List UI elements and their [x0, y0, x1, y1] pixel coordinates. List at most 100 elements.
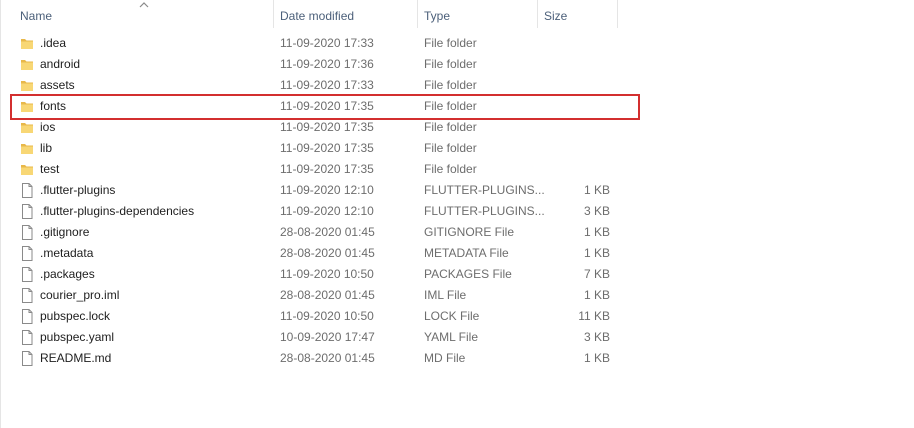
file-size: 1 KB [583, 351, 610, 365]
folder-row[interactable]: .idea 11-09-2020 17:33 File folder [10, 33, 630, 54]
file-size [540, 75, 610, 96]
file-name: ios [40, 120, 56, 134]
file-type: LOCK File [424, 309, 480, 323]
file-name: assets [40, 78, 75, 92]
file-name: courier_pro.iml [40, 288, 120, 302]
file-name: .gitignore [40, 225, 90, 239]
column-header-name[interactable]: Name [20, 0, 52, 32]
column-divider[interactable] [617, 0, 618, 28]
file-name: .idea [40, 36, 67, 50]
file-date-modified: 11-09-2020 10:50 [280, 309, 374, 323]
folder-icon [21, 144, 33, 154]
file-type: File folder [424, 36, 477, 50]
file-name: lib [40, 141, 53, 155]
file-type: File folder [424, 78, 477, 92]
column-header-bar: Name Date modified Type Size [0, 0, 620, 32]
file-icon [22, 204, 33, 219]
file-date-modified: 28-08-2020 01:45 [280, 288, 375, 302]
file-date-modified: 10-09-2020 17:47 [280, 330, 375, 344]
file-icon [22, 246, 33, 261]
file-type: YAML File [424, 330, 479, 344]
folder-icon [21, 165, 33, 175]
file-date-modified: 11-09-2020 17:33 [280, 36, 374, 50]
file-type: GITIGNORE File [424, 225, 515, 239]
folder-icon [21, 123, 33, 133]
file-icon [22, 309, 33, 324]
file-type: File folder [424, 162, 477, 176]
folder-row[interactable]: android 11-09-2020 17:36 File folder [10, 54, 630, 75]
file-icon [22, 267, 33, 282]
file-size [540, 54, 610, 75]
file-name: android [40, 57, 81, 71]
folder-row[interactable]: ios 11-09-2020 17:35 File folder [10, 117, 630, 138]
sort-ascending-icon [139, 2, 149, 8]
file-size: 1 KB [583, 183, 610, 197]
column-header-type[interactable]: Type [424, 0, 450, 32]
folder-icon [21, 39, 33, 49]
file-type: File folder [424, 120, 477, 134]
folder-icon [21, 60, 33, 70]
file-name: README.md [40, 351, 112, 365]
folder-row[interactable]: lib 11-09-2020 17:35 File folder [10, 138, 630, 159]
file-size: 1 KB [583, 288, 610, 302]
file-name: .packages [40, 267, 95, 281]
file-icon [22, 351, 33, 366]
file-size: 1 KB [583, 225, 610, 239]
file-date-modified: 11-09-2020 12:10 [280, 204, 374, 218]
file-type: File folder [424, 141, 477, 155]
file-size: 1 KB [583, 246, 610, 260]
file-name: pubspec.lock [40, 309, 111, 323]
file-date-modified: 28-08-2020 01:45 [280, 225, 375, 239]
file-icon [22, 225, 33, 240]
file-row[interactable]: courier_pro.iml 28-08-2020 01:45 IML File 1… [10, 285, 630, 306]
file-date-modified: 11-09-2020 12:10 [280, 183, 374, 197]
column-header-size[interactable]: Size [544, 0, 567, 32]
folder-row[interactable]: test 11-09-2020 17:35 File folder [10, 159, 630, 180]
file-name: .metadata [40, 246, 94, 260]
file-row[interactable]: .metadata 28-08-2020 01:45 METADATA File 1 … [10, 243, 630, 264]
file-name: test [40, 162, 60, 176]
file-size: 3 KB [583, 204, 610, 218]
file-date-modified: 28-08-2020 01:45 [280, 351, 375, 365]
file-icon [22, 330, 33, 345]
file-row[interactable]: .flutter-plugins 11-09-2020 12:10 FLUTTER-… [10, 180, 630, 201]
file-date-modified: 28-08-2020 01:45 [280, 246, 375, 260]
file-name: .flutter-plugins [40, 183, 116, 197]
column-divider[interactable] [417, 0, 418, 28]
folder-icon [21, 81, 33, 91]
fonts-highlight-box [10, 94, 640, 120]
file-date-modified: 11-09-2020 17:33 [280, 78, 374, 92]
file-icon [22, 288, 33, 303]
file-row[interactable]: .gitignore 28-08-2020 01:45 GITIGNORE File… [10, 222, 630, 243]
column-divider[interactable] [273, 0, 274, 28]
file-row[interactable]: .packages 11-09-2020 10:50 PACKAGES File 7 … [10, 264, 630, 285]
file-type: FLUTTER-PLUGINS... [424, 183, 545, 197]
file-type: FLUTTER-PLUGINS... [424, 204, 545, 218]
file-size [540, 33, 610, 54]
file-size: 11 KB [578, 309, 610, 323]
file-size [540, 159, 610, 180]
file-size: 7 KB [583, 267, 610, 281]
file-date-modified: 11-09-2020 17:35 [280, 141, 374, 155]
file-row[interactable]: pubspec.lock 11-09-2020 10:50 LOCK File 11 … [10, 306, 630, 327]
file-date-modified: 11-09-2020 17:35 [280, 162, 374, 176]
file-type: PACKAGES File [424, 267, 512, 281]
file-name: .flutter-plugins-dependencies [40, 204, 195, 218]
file-type: METADATA File [424, 246, 509, 260]
file-date-modified: 11-09-2020 17:36 [280, 57, 374, 71]
window-left-edge [0, 0, 1, 428]
file-type: MD File [424, 351, 466, 365]
file-row[interactable]: pubspec.yaml 10-09-2020 17:47 YAML File 3 K… [10, 327, 630, 348]
file-size [540, 138, 610, 159]
file-size [540, 117, 610, 138]
column-divider[interactable] [537, 0, 538, 28]
file-name: pubspec.yaml [40, 330, 115, 344]
folder-row[interactable]: assets 11-09-2020 17:33 File folder [10, 75, 630, 96]
file-row[interactable]: .flutter-plugins-dependencies 11-09-2020 … [10, 201, 630, 222]
file-date-modified: 11-09-2020 10:50 [280, 267, 374, 281]
file-size: 3 KB [583, 330, 610, 344]
file-icon [22, 183, 33, 198]
file-type: File folder [424, 57, 477, 71]
column-header-date-modified[interactable]: Date modified [280, 0, 354, 32]
file-row[interactable]: README.md 28-08-2020 01:45 MD File 1 KB [10, 348, 630, 369]
